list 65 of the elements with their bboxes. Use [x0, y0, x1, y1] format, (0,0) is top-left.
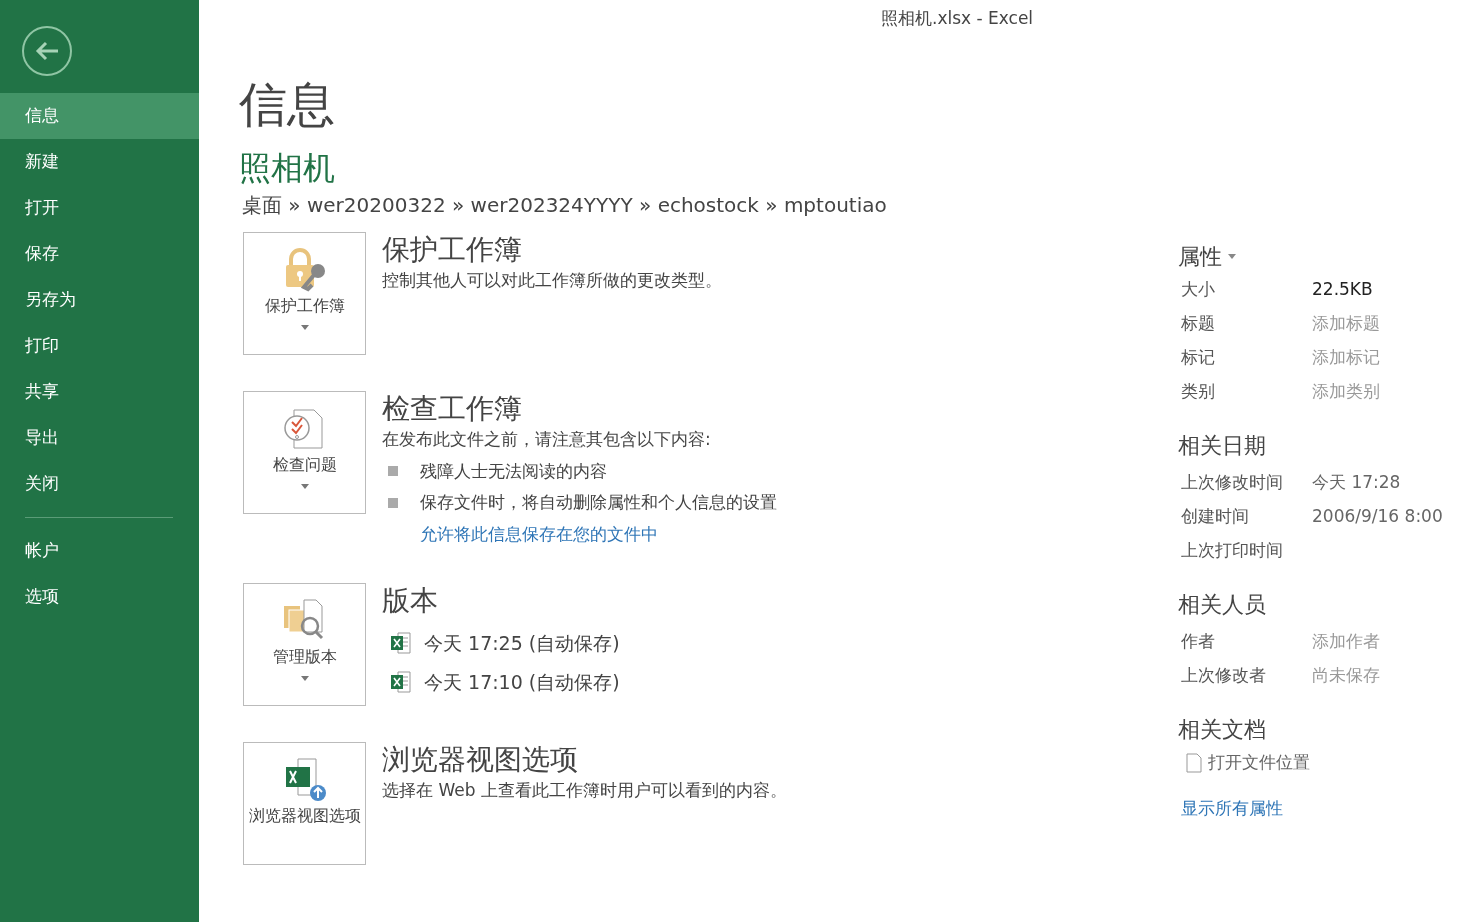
sidebar-item[interactable]: 帐户 [0, 528, 199, 574]
version-item[interactable]: 今天 17:25 (自动保存) [390, 629, 620, 658]
page-heading: 信息 [239, 80, 336, 128]
sidebar-item[interactable]: 保存 [0, 231, 199, 277]
section-button[interactable]: 管理版本 [243, 583, 366, 706]
property-label: 作者 [1181, 630, 1216, 654]
property-label: 标题 [1181, 312, 1216, 336]
group-heading: 相关日期 [1178, 432, 1267, 460]
sidebar-item[interactable]: 打开 [0, 185, 199, 231]
section-title: 浏览器视图选项 [382, 742, 579, 778]
property-value: 今天 17:28 [1312, 471, 1401, 495]
property-input[interactable]: 添加标题 [1312, 311, 1380, 337]
section-description: 在发布此文件之前，请注意其包含以下内容: [382, 428, 712, 451]
version-item[interactable]: 今天 17:10 (自动保存) [390, 667, 620, 696]
group-heading: 相关人员 [1178, 591, 1267, 619]
property-label: 上次修改时间 [1181, 471, 1284, 495]
property-label: 类别 [1181, 380, 1216, 404]
sidebar-item[interactable]: 关闭 [0, 461, 199, 507]
file-name: 照相机 [239, 152, 336, 184]
bullet-text: 残障人士无法阅读的内容 [420, 459, 607, 483]
property-input[interactable]: 添加作者 [1312, 629, 1380, 655]
properties-dropdown[interactable]: 属性 [1178, 240, 1236, 273]
section-title: 版本 [382, 583, 439, 619]
sidebar-item[interactable]: 导出 [0, 415, 199, 461]
spreadsheet-file-icon [390, 670, 414, 693]
back-button[interactable] [22, 26, 72, 76]
section-description: 控制其他人可以对此工作簿所做的更改类型。 [382, 269, 722, 292]
property-value: 2006/9/16 8:00 [1312, 505, 1443, 529]
bullet-text: 保存文件时，将自动删除属性和个人信息的设置 [420, 491, 777, 514]
file-path: 桌面 » wer20200322 » wer202324YYYY » echostock » mptoutiao [242, 192, 888, 219]
dropdown-caret-icon [300, 484, 309, 489]
property-label: 大小 [1181, 278, 1216, 302]
allow-link[interactable]: 允许将此信息保存在您的文件中 [420, 521, 777, 547]
sidebar-item[interactable]: 共享 [0, 369, 199, 415]
sidebar-item[interactable]: 另存为 [0, 277, 199, 323]
property-label: 标记 [1181, 346, 1216, 370]
section-title: 检查工作簿 [382, 391, 523, 427]
sidebar-item[interactable]: 信息 [0, 93, 199, 139]
section-button[interactable]: 检查问题 [243, 391, 366, 514]
property-label: 上次打印时间 [1181, 539, 1284, 563]
property-label: 创建时间 [1181, 505, 1250, 529]
spreadsheet-file-icon [390, 632, 414, 655]
property-label: 上次修改者 [1181, 664, 1267, 688]
section-button[interactable]: 保护工作簿 [243, 232, 366, 355]
section-title: 保护工作簿 [382, 232, 523, 268]
property-value: 22.5KB [1312, 278, 1373, 302]
dropdown-caret-icon [1228, 254, 1236, 259]
show-all-properties-link[interactable]: 显示所有属性 [1181, 797, 1283, 818]
property-input[interactable]: 添加类别 [1312, 379, 1380, 405]
back-arrow-icon [34, 41, 60, 61]
open-location-link[interactable]: 打开文件位置 [1186, 750, 1310, 776]
sidebar-item[interactable]: 选项 [0, 574, 199, 620]
property-input[interactable]: 尚未保存 [1312, 663, 1380, 689]
bullet-icon [388, 466, 398, 477]
bullet-icon [388, 497, 398, 508]
dropdown-caret-icon [300, 676, 309, 681]
group-heading: 相关文档 [1178, 716, 1267, 744]
section-button[interactable]: 浏览器视图选项 [243, 742, 366, 865]
sidebar-item[interactable]: 打印 [0, 323, 199, 369]
document-icon [1186, 752, 1202, 773]
section-description: 选择在 Web 上查看此工作簿时用户可以看到的内容。 [382, 779, 787, 802]
dropdown-caret-icon [300, 325, 309, 330]
property-input[interactable]: 添加标记 [1312, 345, 1380, 371]
sidebar-item[interactable]: 新建 [0, 139, 199, 185]
window-title: 照相机.xlsx - Excel [881, 7, 1034, 30]
